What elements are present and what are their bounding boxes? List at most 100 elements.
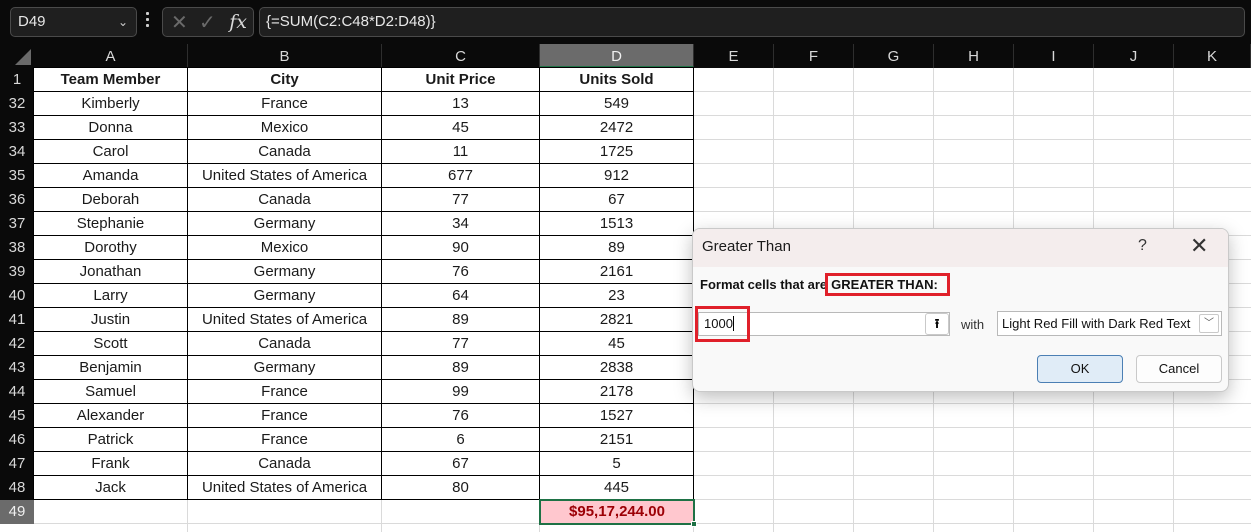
name-box[interactable]: D49 ⌄ — [10, 7, 137, 37]
table-cell[interactable]: Germany — [188, 212, 382, 236]
column-header-j[interactable]: J — [1094, 44, 1174, 68]
table-cell[interactable]: Frank — [34, 452, 188, 476]
table-cell[interactable]: 1725 — [540, 140, 694, 164]
table-cell[interactable]: Mexico — [188, 236, 382, 260]
formula-input[interactable]: {=SUM(C2:C48*D2:D48)} — [259, 7, 1245, 37]
table-cell[interactable]: 99 — [382, 380, 540, 404]
insert-function-icon[interactable]: fx — [229, 11, 247, 33]
table-cell[interactable]: 45 — [382, 116, 540, 140]
table-cell[interactable]: France — [188, 380, 382, 404]
table-cell[interactable]: Larry — [34, 284, 188, 308]
more-options-icon[interactable] — [146, 12, 150, 32]
table-cell[interactable]: 13 — [382, 92, 540, 116]
table-cell[interactable]: Jack — [34, 476, 188, 500]
table-cell[interactable]: Jonathan — [34, 260, 188, 284]
table-cell[interactable]: 2821 — [540, 308, 694, 332]
table-cell[interactable]: Germany — [188, 356, 382, 380]
enter-icon[interactable]: ✓ — [199, 10, 216, 35]
table-cell[interactable]: Deborah — [34, 188, 188, 212]
table-cell[interactable]: 2161 — [540, 260, 694, 284]
column-header-e[interactable]: E — [694, 44, 774, 68]
table-cell[interactable]: Benjamin — [34, 356, 188, 380]
table-cell[interactable]: 67 — [382, 452, 540, 476]
table-cell[interactable]: Samuel — [34, 380, 188, 404]
column-header-g[interactable]: G — [854, 44, 934, 68]
row-header-48[interactable]: 48 — [0, 476, 34, 500]
column-title-cell[interactable]: Units Sold — [540, 68, 694, 92]
format-select[interactable]: Light Red Fill with Dark Red Text ﹀ — [997, 311, 1222, 336]
row-header-49[interactable]: 49 — [0, 500, 34, 524]
table-cell[interactable]: 1513 — [540, 212, 694, 236]
column-title-cell[interactable]: City — [188, 68, 382, 92]
column-header-k[interactable]: K — [1174, 44, 1251, 68]
table-cell[interactable]: Kimberly — [34, 92, 188, 116]
column-header-d[interactable]: D — [540, 44, 694, 68]
table-cell[interactable]: Alexander — [34, 404, 188, 428]
table-cell[interactable]: Justin — [34, 308, 188, 332]
table-cell[interactable]: 677 — [382, 164, 540, 188]
row-header-37[interactable]: 37 — [0, 212, 34, 236]
help-icon[interactable]: ? — [1138, 237, 1147, 255]
table-cell[interactable]: Canada — [188, 452, 382, 476]
table-cell[interactable]: 2838 — [540, 356, 694, 380]
cancel-button[interactable]: Cancel — [1136, 355, 1222, 383]
table-cell[interactable]: Canada — [188, 332, 382, 356]
table-cell[interactable]: 5 — [540, 452, 694, 476]
table-cell[interactable]: 77 — [382, 188, 540, 212]
table-cell[interactable]: 549 — [540, 92, 694, 116]
total-cell[interactable]: $95,17,244.00 — [539, 499, 697, 527]
table-cell[interactable]: 64 — [382, 284, 540, 308]
table-cell[interactable]: 89 — [382, 308, 540, 332]
row-header-36[interactable]: 36 — [0, 188, 34, 212]
table-cell[interactable]: 45 — [540, 332, 694, 356]
row-header-42[interactable]: 42 — [0, 332, 34, 356]
table-cell[interactable]: Donna — [34, 116, 188, 140]
table-cell[interactable]: France — [188, 92, 382, 116]
table-cell[interactable]: United States of America — [188, 164, 382, 188]
table-cell[interactable]: Germany — [188, 260, 382, 284]
column-header-h[interactable]: H — [934, 44, 1014, 68]
table-cell[interactable]: Germany — [188, 284, 382, 308]
table-cell[interactable]: Canada — [188, 188, 382, 212]
table-cell[interactable]: Scott — [34, 332, 188, 356]
row-header-41[interactable]: 41 — [0, 308, 34, 332]
table-cell[interactable]: 2178 — [540, 380, 694, 404]
table-cell[interactable]: United States of America — [188, 476, 382, 500]
column-title-cell[interactable]: Team Member — [34, 68, 188, 92]
row-header-43[interactable]: 43 — [0, 356, 34, 380]
table-cell[interactable]: Mexico — [188, 116, 382, 140]
table-cell[interactable]: 2472 — [540, 116, 694, 140]
table-cell[interactable]: 77 — [382, 332, 540, 356]
row-header-40[interactable]: 40 — [0, 284, 34, 308]
row-header-32[interactable]: 32 — [0, 92, 34, 116]
row-header-45[interactable]: 45 — [0, 404, 34, 428]
chevron-down-icon[interactable]: ﹀ — [1199, 314, 1219, 333]
table-cell[interactable]: Carol — [34, 140, 188, 164]
table-cell[interactable]: France — [188, 428, 382, 452]
collapse-dialog-icon[interactable]: ⭱ — [925, 313, 949, 335]
row-header-34[interactable]: 34 — [0, 140, 34, 164]
row-header-46[interactable]: 46 — [0, 428, 34, 452]
row-header-44[interactable]: 44 — [0, 380, 34, 404]
row-header-33[interactable]: 33 — [0, 116, 34, 140]
column-header-b[interactable]: B — [188, 44, 382, 68]
table-cell[interactable]: 912 — [540, 164, 694, 188]
table-cell[interactable]: 67 — [540, 188, 694, 212]
table-cell[interactable]: 76 — [382, 260, 540, 284]
table-cell[interactable]: 1527 — [540, 404, 694, 428]
table-cell[interactable]: 6 — [382, 428, 540, 452]
table-cell[interactable]: 2151 — [540, 428, 694, 452]
table-cell[interactable]: Amanda — [34, 164, 188, 188]
table-cell[interactable]: 80 — [382, 476, 540, 500]
table-cell[interactable]: 90 — [382, 236, 540, 260]
table-cell[interactable]: 89 — [540, 236, 694, 260]
cancel-icon[interactable]: ✕ — [171, 10, 188, 35]
ok-button[interactable]: OK — [1037, 355, 1123, 383]
table-cell[interactable]: 76 — [382, 404, 540, 428]
column-header-c[interactable]: C — [382, 44, 540, 68]
select-all-corner[interactable] — [0, 44, 34, 68]
table-cell[interactable]: France — [188, 404, 382, 428]
table-cell[interactable]: Canada — [188, 140, 382, 164]
row-header-1[interactable]: 1 — [0, 68, 34, 92]
row-header-47[interactable]: 47 — [0, 452, 34, 476]
